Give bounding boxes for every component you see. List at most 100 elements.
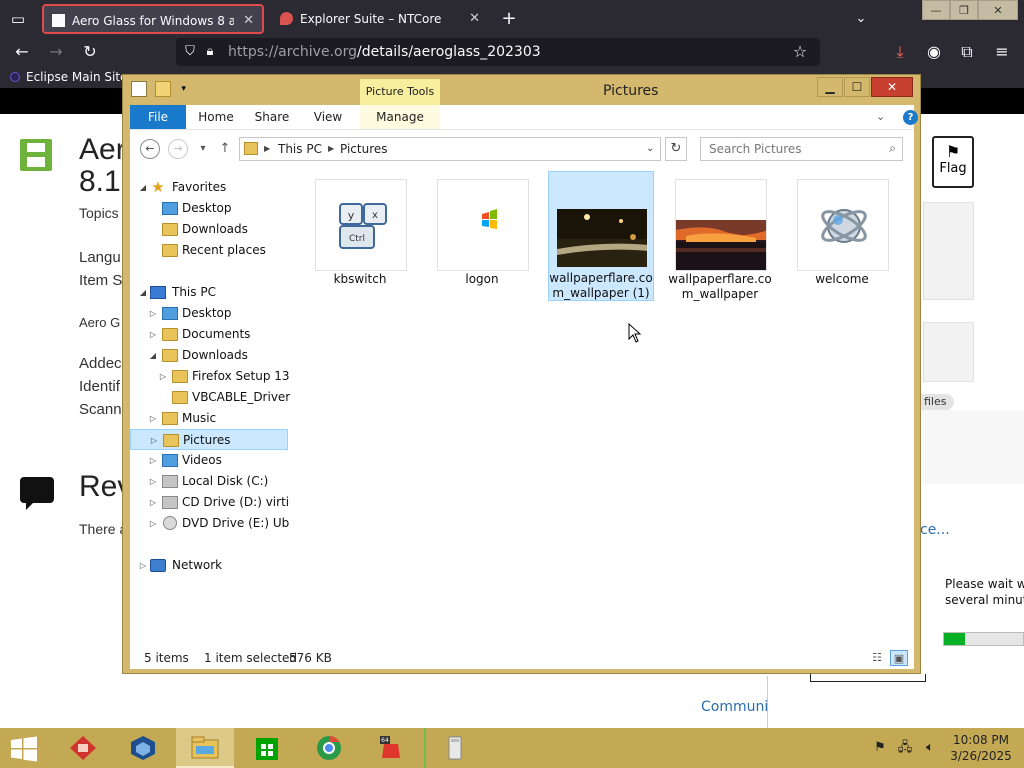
tree-firefox-setup[interactable]: ▷ Firefox Setup 135.0 (138, 366, 290, 387)
tree-videos[interactable]: ▷ Videos (138, 450, 288, 471)
back-button[interactable]: ← (140, 139, 160, 159)
tree-documents[interactable]: ▷ Documents (138, 324, 288, 345)
recent-locations-icon[interactable]: ▾ (196, 140, 210, 158)
community-link[interactable]: Communi (701, 699, 768, 715)
tab-explorer-suite[interactable]: Explorer Suite – NTCore ✕ (272, 4, 488, 34)
browser-close-button[interactable]: ✕ (978, 0, 1018, 20)
url-text[interactable]: https://archive.org/details/aeroglass_20… (228, 38, 541, 66)
volume-icon[interactable]: 🔈︎ (922, 740, 938, 756)
network-tray-icon[interactable]: 🖧︎ (897, 740, 913, 756)
details-view-icon[interactable]: ☷ (868, 650, 886, 666)
tree-desktop[interactable]: ▷ Desktop (138, 303, 288, 324)
forward-icon[interactable]: → (44, 40, 68, 64)
collapsed-icon[interactable]: ▷ (149, 430, 159, 451)
search-icon[interactable]: ⌕ (889, 141, 896, 156)
tab-share[interactable]: Share (246, 105, 298, 129)
new-tab-icon[interactable]: + (498, 8, 520, 30)
downloads-icon[interactable]: ⤓ (888, 40, 912, 64)
expanded-icon[interactable]: ◢ (148, 345, 158, 366)
taskbar-app-x64dbg[interactable]: 64 (362, 728, 420, 768)
file-kbswitch[interactable]: y x Ctrl kbswitch (308, 173, 414, 303)
breadcrumb-pictures[interactable]: Pictures (340, 138, 388, 160)
tab-close-icon[interactable]: ✕ (469, 4, 480, 34)
chevron-right-icon[interactable]: ▶ (264, 138, 270, 160)
address-dropdown-icon[interactable]: ⌄ (646, 138, 654, 160)
customize-qat-icon[interactable]: ▾ (179, 81, 189, 97)
tab-manage[interactable]: Manage (360, 105, 440, 129)
browser-minimize-button[interactable]: — (922, 0, 950, 20)
tree-cd-drive[interactable]: ▷ CD Drive (D:) virtio-win (138, 492, 290, 513)
collapsed-icon[interactable]: ▷ (148, 408, 158, 429)
file-welcome[interactable]: welcome (790, 173, 896, 303)
lock-icon[interactable]: 🔒︎ (202, 44, 218, 60)
breadcrumb-this-pc[interactable]: This PC (278, 138, 322, 160)
service-link[interactable]: ce... (920, 522, 950, 538)
collapsed-icon[interactable]: ▷ (148, 492, 158, 513)
tree-downloads[interactable]: ◢ Downloads (138, 345, 288, 366)
refresh-icon[interactable]: ↻ (665, 137, 687, 161)
tree-downloads-fav[interactable]: Downloads (138, 219, 288, 240)
minimize-button[interactable]: ▁ (817, 77, 843, 97)
file-logon[interactable]: logon (430, 173, 536, 303)
expanded-icon[interactable]: ◢ (138, 177, 148, 198)
taskbar-app-store[interactable] (238, 728, 296, 768)
tree-dvd-drive[interactable]: ▷ DVD Drive (E:) Ubuntu (138, 513, 290, 534)
bookmark-star-icon[interactable]: ☆ (788, 40, 812, 64)
collapsed-icon[interactable]: ▷ (148, 471, 158, 492)
maximize-button[interactable]: ☐ (844, 77, 870, 97)
expand-ribbon-icon[interactable]: ⌄ (876, 110, 885, 123)
close-button[interactable]: ✕ (871, 77, 913, 97)
tab-home[interactable]: Home (190, 105, 242, 129)
collapsed-icon[interactable]: ▷ (148, 513, 158, 534)
collapsed-icon[interactable]: ▷ (148, 450, 158, 471)
collapsed-icon[interactable]: ▷ (138, 555, 148, 576)
forward-button[interactable]: → (168, 139, 188, 159)
tab-close-icon[interactable]: ✕ (243, 6, 254, 32)
tree-music[interactable]: ▷ Music (138, 408, 288, 429)
reload-icon[interactable]: ↻ (78, 40, 102, 64)
help-icon[interactable]: ? (903, 110, 918, 125)
file-wallpaper[interactable]: wallpaperflare.com_wallpaper (668, 173, 774, 303)
files-badge[interactable]: files (916, 394, 955, 410)
properties-icon[interactable] (131, 81, 147, 97)
taskbar-app-virtualbox[interactable] (114, 728, 172, 768)
tree-pictures[interactable]: ▷ Pictures (130, 429, 288, 450)
tree-recent-places[interactable]: Recent places (138, 240, 288, 261)
expanded-icon[interactable]: ◢ (138, 282, 148, 303)
new-folder-icon[interactable] (154, 81, 171, 97)
shield-icon[interactable]: ⛉ (182, 44, 198, 60)
flag-button[interactable]: ⚑ Flag (932, 136, 974, 188)
address-bar[interactable]: ▶ This PC ▶ Pictures ⌄ (239, 137, 661, 161)
taskbar-app-explorer-suite[interactable] (424, 728, 482, 768)
taskbar-app-chrome[interactable] (300, 728, 358, 768)
collapsed-icon[interactable]: ▷ (158, 366, 168, 387)
collapsed-icon[interactable]: ▷ (148, 324, 158, 345)
url-bar[interactable]: ⛉ 🔒︎ https://archive.org/details/aerogla… (176, 38, 820, 66)
chevron-down-icon[interactable]: ⌄ (850, 8, 872, 30)
tree-local-disk[interactable]: ▷ Local Disk (C:) (138, 471, 288, 492)
large-icons-view-icon[interactable]: ▣ (890, 650, 908, 666)
file-wallpaper-1[interactable]: wallpaperflare.com_wallpaper (1) (548, 171, 654, 301)
up-icon[interactable]: ↑ (218, 140, 232, 158)
back-icon[interactable]: ← (10, 40, 34, 64)
taskbar-app-ida[interactable] (54, 728, 112, 768)
menu-icon[interactable]: ≡ (990, 40, 1014, 64)
tree-network[interactable]: ▷ Network (138, 555, 288, 576)
tab-view[interactable]: View (302, 105, 354, 129)
bookmark-eclipse[interactable]: Eclipse Main Site (10, 68, 127, 86)
clock[interactable]: 10:08 PM 3/26/2025 (948, 732, 1014, 764)
start-button[interactable] (10, 736, 38, 762)
extensions-icon[interactable]: ⧉ (955, 40, 979, 64)
tree-this-pc[interactable]: ◢ This PC (138, 282, 288, 303)
browser-maximize-button[interactable]: ❐ (950, 0, 978, 20)
tree-favorites[interactable]: ◢ ★ Favorites (138, 177, 288, 198)
tab-aero-glass[interactable]: Aero Glass for Windows 8 and W ✕ (42, 4, 264, 34)
tab-list-icon[interactable]: ▭ (8, 9, 28, 29)
tree-vbcable[interactable]: VBCABLE_Driver_Pack (138, 387, 290, 408)
account-icon[interactable]: ◉ (922, 40, 946, 64)
flag-tray-icon[interactable]: ⚑ (872, 740, 888, 756)
taskbar-app-file-explorer[interactable] (176, 728, 234, 768)
search-input[interactable]: Search Pictures ⌕ (700, 137, 903, 161)
tab-file[interactable]: File (130, 105, 186, 129)
explorer-title-bar[interactable]: ▾ Picture Tools Pictures ▁ ☐ ✕ (123, 75, 920, 105)
